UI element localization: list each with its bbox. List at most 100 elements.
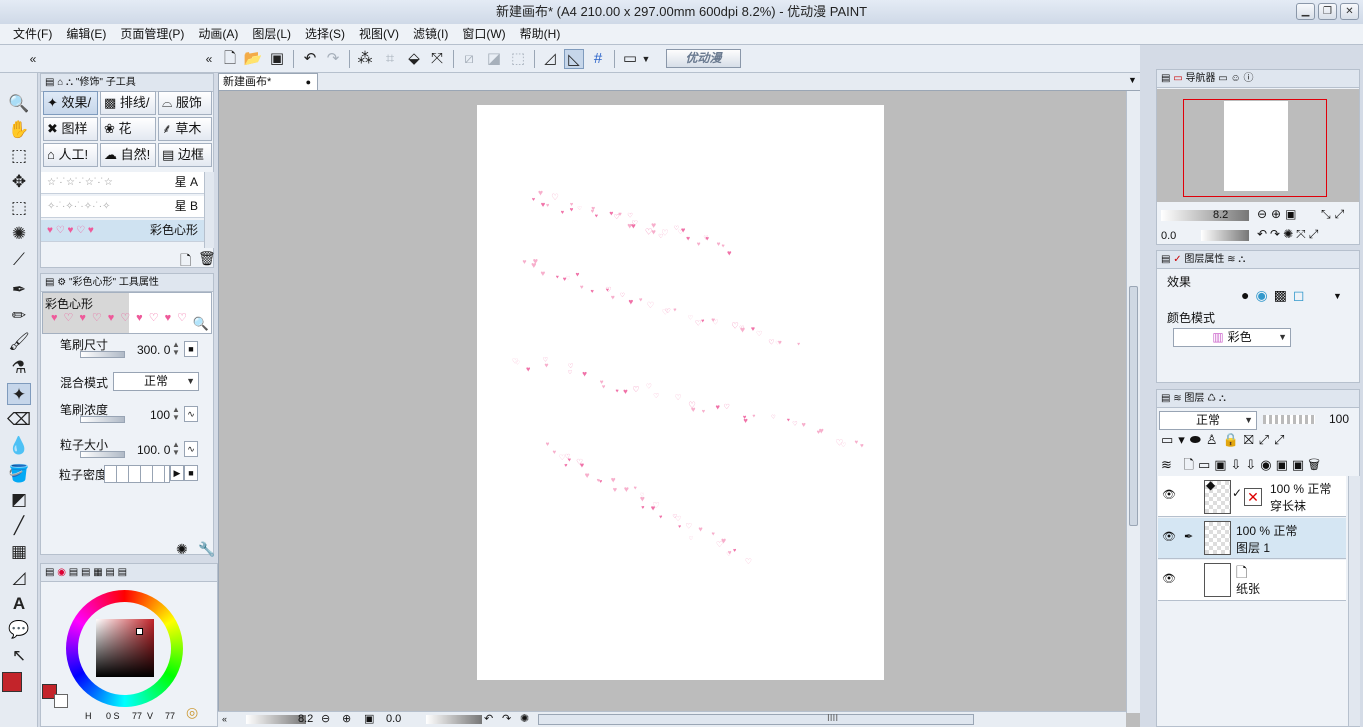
layer-opacity-value[interactable]: 100 (1329, 412, 1349, 426)
rotate-left-icon[interactable]: ↶ (484, 712, 493, 725)
decoration-tool-icon[interactable]: ✦ (7, 383, 31, 405)
text-tool-icon[interactable]: A (7, 593, 31, 615)
color-mode-dropdown[interactable]: ▥ 彩色 (1173, 328, 1291, 347)
snap-icon[interactable]: ⧄ (459, 49, 479, 69)
reset-rotate-icon[interactable]: ✺ (520, 712, 529, 725)
eyedropper-icon[interactable]: ⟋ (7, 249, 31, 271)
tone-effect-icon[interactable]: ◉ (1255, 287, 1273, 303)
new-file-icon[interactable]: 🗋 (220, 49, 240, 69)
menu-page[interactable]: 页面管理(P) (113, 24, 191, 44)
eye-icon[interactable]: 👁 (1162, 488, 1176, 501)
brush-size-dynamics-button[interactable]: ■ (184, 341, 198, 357)
menu-help[interactable]: 帮助(H) (513, 24, 568, 44)
open-file-icon[interactable]: 📂 (243, 49, 263, 69)
selection-tool-icon[interactable]: ⬚ (7, 197, 31, 219)
particle-density-dynamics-button[interactable]: ■ (184, 465, 198, 481)
angle-slider[interactable] (426, 715, 482, 724)
navigator-tab[interactable]: ▤ ▭ 导航器 ▭ ☺ ⓘ (1157, 70, 1359, 88)
group-nature-button[interactable]: ☁ 自然! (100, 143, 156, 167)
reset-icon[interactable]: ✺ (176, 541, 188, 558)
save-icon[interactable]: ▣ (267, 49, 287, 69)
fit-icon[interactable]: ▣ (364, 712, 374, 725)
brush-star-a[interactable]: ☆˙·˙☆˙·˙☆˙·˙☆ 星 A (41, 172, 204, 194)
navigator-zoom-controls[interactable]: ⊖⊕▣ (1257, 207, 1300, 221)
minimize-button[interactable]: ▁ (1296, 3, 1315, 20)
pen-tool-icon[interactable]: ✒ (7, 279, 31, 301)
tab-menu-chevron-icon[interactable]: ▼ (1128, 75, 1137, 85)
menu-view[interactable]: 视图(V) (352, 24, 406, 44)
perspective-ruler-icon[interactable]: ◺ (564, 49, 584, 69)
zoom-out-icon[interactable]: ⊖ (321, 712, 330, 725)
logo-button[interactable]: 优动漫 (666, 49, 741, 68)
layer-lock-controls[interactable]: ▭▾⬬♙🔒⛝⤢⤢ (1161, 432, 1289, 448)
color-tabs[interactable]: ▤ ◉ ▤ ▤ ▦ ▤ ▤ (41, 564, 217, 582)
rotate-right-icon[interactable]: ↷ (502, 712, 511, 725)
display-icon[interactable]: ▭ (620, 49, 640, 69)
navigator-angle-value[interactable]: 0.0 (1161, 230, 1176, 242)
layer-property-tab[interactable]: ▤ ✓ 图层属性 ≋ ⛬ (1157, 251, 1359, 269)
ruler-tool-icon[interactable]: ◿ (7, 567, 31, 589)
particle-density-play-button[interactable]: ▶ (170, 465, 184, 481)
menu-filter[interactable]: 滤镜(I) (406, 24, 455, 44)
undo-icon[interactable]: ↶ (300, 49, 320, 69)
particle-size-value[interactable]: 100. 0 (137, 443, 170, 457)
collapse-left-icon[interactable]: « (28, 49, 38, 69)
brush-size-slider[interactable] (80, 351, 125, 358)
group-flower-button[interactable]: ❀ 花 (100, 117, 156, 141)
mask-icon[interactable]: ✕ (1244, 488, 1262, 506)
group-artificial-button[interactable]: ⌂ 人工! (43, 143, 98, 167)
add-subtool-icon[interactable]: 🗋 (180, 250, 191, 274)
line-tool-icon[interactable]: ╱ (7, 515, 31, 537)
menu-window[interactable]: 窗口(W) (455, 24, 512, 44)
layer-color-icon[interactable]: ▩ (1274, 287, 1293, 303)
zoom-slider[interactable] (246, 715, 306, 724)
eye-icon[interactable]: 👁 (1162, 572, 1176, 585)
brush-density-spinner[interactable]: ▲ ▼ (171, 406, 181, 422)
group-clothing-button[interactable]: ⌓ 服饰 (158, 91, 212, 115)
group-hatching-button[interactable]: ▩ 排线/ (100, 91, 156, 115)
gradient-tool-icon[interactable]: ◩ (7, 489, 31, 511)
pencil-tool-icon[interactable]: ✏ (7, 305, 31, 327)
brush-size-spinner[interactable]: ▲ ▼ (171, 341, 181, 357)
particle-size-spinner[interactable]: ▲ ▼ (171, 441, 181, 457)
group-border-button[interactable]: ▤ 边框 (158, 143, 212, 167)
snap-grid-icon[interactable]: ⬚ (508, 49, 528, 69)
color-effect-icon[interactable]: ◻ (1293, 287, 1311, 303)
layer-opacity-slider[interactable] (1263, 415, 1315, 424)
navigator-angle-slider[interactable] (1201, 230, 1249, 241)
settings-wrench-icon[interactable]: 🔧 (198, 541, 215, 558)
chevron-down-icon[interactable]: ▼ (640, 49, 652, 69)
border-effect-icon[interactable]: ● (1241, 287, 1255, 303)
layer-blend-dropdown[interactable]: 正常 (1159, 411, 1257, 430)
hand-tool-icon[interactable]: ✋ (7, 119, 31, 141)
horizontal-scroll-thumb[interactable]: IIII (538, 713, 974, 725)
menu-animation[interactable]: 动画(A) (191, 24, 245, 44)
navigator-zoom-slider[interactable] (1161, 210, 1249, 221)
group-effect-button[interactable]: ✦ 效果/ (43, 91, 98, 115)
grid-icon[interactable]: # (588, 49, 608, 69)
document-tab[interactable]: 新建画布* ● (218, 73, 318, 91)
menu-select[interactable]: 选择(S) (298, 24, 352, 44)
color-mode-icon[interactable]: ◎ (186, 704, 198, 721)
brush-density-value[interactable]: 100 (150, 408, 170, 422)
layer-row[interactable]: 👁 ✒ 100 % 正常 图层 1 (1158, 518, 1346, 559)
layers-scrollbar[interactable] (1348, 476, 1360, 726)
brush-size-value[interactable]: 300. 0 (137, 343, 170, 357)
fill-tool-icon[interactable]: 🪣 (7, 463, 31, 485)
blend-tool-icon[interactable]: 💧 (7, 435, 31, 457)
brush-list-scrollbar[interactable] (204, 172, 214, 248)
magnifier-icon[interactable]: 🔍 (193, 316, 209, 332)
effect-buttons[interactable]: ●◉▩◻ (1241, 287, 1311, 304)
navigator-preview[interactable] (1157, 89, 1359, 202)
sub-color-small-swatch[interactable] (54, 694, 68, 708)
trash-icon[interactable]: 🗑 (198, 250, 216, 267)
blend-mode-dropdown[interactable]: 正常 (113, 372, 199, 391)
airbrush-tool-icon[interactable]: ⚗ (7, 357, 31, 379)
restore-button[interactable]: ❐ (1318, 3, 1337, 20)
correct-line-icon[interactable]: ↖ (7, 645, 31, 667)
close-button[interactable]: ✕ (1340, 3, 1359, 20)
navigator-zoom-value[interactable]: 8.2 (1213, 209, 1228, 221)
brush-density-slider[interactable] (80, 416, 125, 423)
angle-value[interactable]: 0.0 (386, 713, 401, 725)
particle-size-dynamics-button[interactable]: ∿ (184, 441, 198, 457)
